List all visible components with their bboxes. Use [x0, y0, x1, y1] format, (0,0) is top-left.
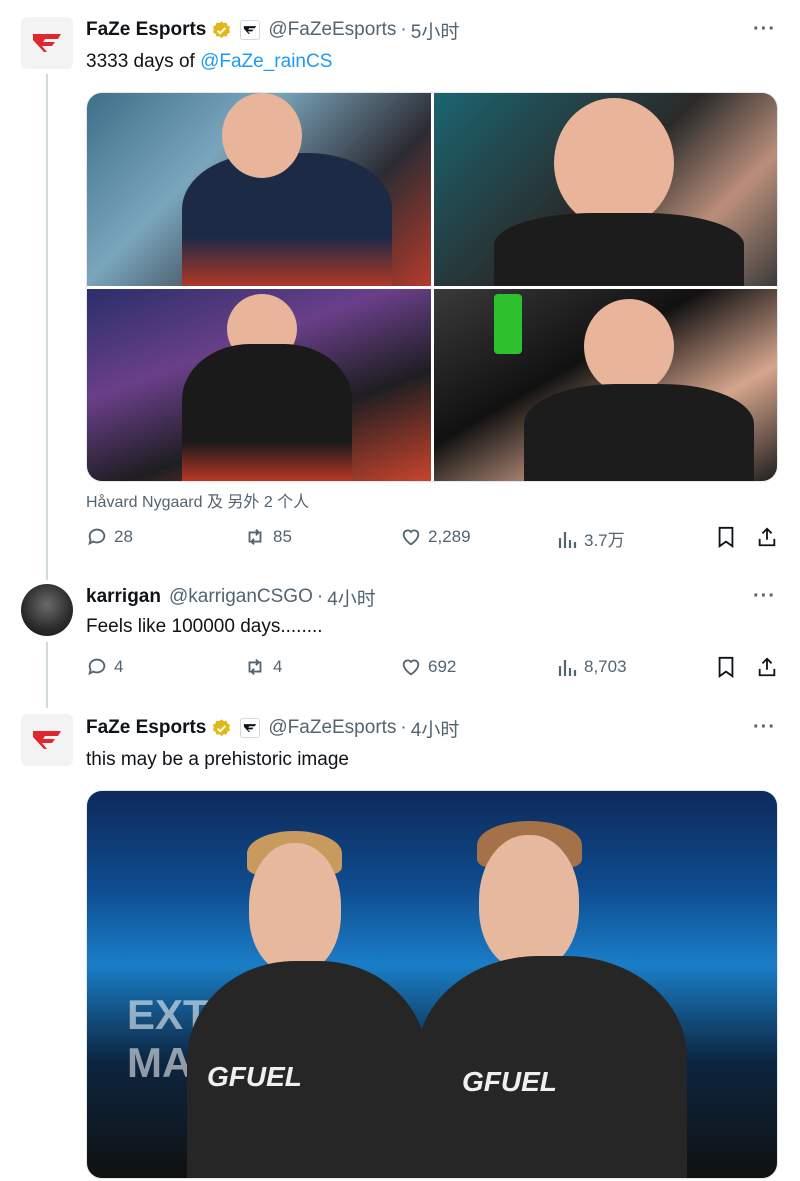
- media-photo-1[interactable]: [87, 93, 431, 286]
- media-photo[interactable]: EXTR MAS GFUEL GFUEL: [86, 790, 778, 1179]
- display-name[interactable]: FaZe Esports: [86, 717, 206, 739]
- display-name[interactable]: FaZe Esports: [86, 19, 206, 41]
- like-button[interactable]: 2,289: [400, 526, 471, 548]
- media-photo-2[interactable]: [433, 93, 777, 286]
- more-icon[interactable]: ···: [753, 18, 776, 41]
- separator-dot: ·: [316, 586, 324, 607]
- media-photo-4[interactable]: [433, 288, 777, 481]
- player-left: GFUEL: [187, 831, 427, 1178]
- tweet-header: FaZe Esports @FaZeEsports · 5小时: [86, 17, 459, 43]
- media-photo-3[interactable]: [87, 288, 431, 481]
- verified-badge-icon: [211, 20, 232, 41]
- separator-dot: ·: [400, 19, 407, 40]
- thread-line-1: [46, 74, 48, 580]
- tweet-header: FaZe Esports @FaZeEsports · 4小时: [86, 715, 459, 741]
- more-icon[interactable]: ···: [753, 716, 776, 739]
- retweet-button[interactable]: 4: [243, 656, 282, 678]
- avatar[interactable]: [21, 714, 73, 766]
- retweet-button[interactable]: 85: [243, 526, 292, 548]
- timestamp[interactable]: 4小时: [327, 584, 376, 611]
- like-button[interactable]: 692: [400, 656, 456, 678]
- bookmark-icon[interactable]: [716, 526, 742, 548]
- bookmark-icon[interactable]: [716, 656, 742, 678]
- separator-dot: ·: [400, 717, 407, 738]
- thread-line-2: [46, 642, 48, 708]
- display-name[interactable]: karrigan: [86, 586, 161, 608]
- action-bar: 28 85 2,289 3.7万: [86, 526, 780, 556]
- views-count: 8,703: [584, 657, 627, 676]
- reply-button[interactable]: 28: [86, 526, 133, 548]
- tagged-users[interactable]: Håvard Nygaard 及 另外 2 个人: [86, 488, 309, 512]
- like-icon: [402, 529, 420, 546]
- handle[interactable]: @FaZeEsports: [268, 19, 396, 41]
- timestamp[interactable]: 5小时: [411, 17, 460, 44]
- timestamp[interactable]: 4小时: [411, 715, 460, 742]
- like-count: 692: [428, 657, 457, 676]
- faze-logo-icon: [33, 34, 61, 52]
- views-count: 3.7万: [584, 531, 625, 550]
- avatar[interactable]: [21, 17, 73, 69]
- handle[interactable]: @karriganCSGO: [169, 586, 313, 608]
- tweet-text-body: 3333 days of: [86, 51, 201, 72]
- retweet-count: 85: [273, 527, 292, 546]
- affiliate-icon[interactable]: [240, 20, 261, 40]
- reply-icon: [88, 528, 106, 546]
- mention-link[interactable]: @FaZe_rainCS: [200, 51, 332, 72]
- share-icon[interactable]: [756, 656, 784, 678]
- share-icon[interactable]: [756, 526, 784, 548]
- action-bar: 4 4 692 8,703: [86, 656, 780, 686]
- retweet-count: 4: [273, 657, 283, 676]
- shirt-text: GFUEL: [207, 1061, 302, 1092]
- tagged-text: Håvard Nygaard 及 另外 2 个人: [86, 494, 310, 511]
- affiliate-icon[interactable]: [240, 718, 261, 738]
- player-right: GFUEL: [417, 821, 687, 1178]
- reply-button[interactable]: 4: [86, 656, 123, 678]
- avatar[interactable]: [21, 584, 73, 636]
- views-button[interactable]: 8,703: [558, 656, 627, 678]
- shirt-text: GFUEL: [462, 1066, 557, 1097]
- views-icon: [558, 531, 577, 548]
- tweet-text: 3333 days of @FaZe_rainCS: [86, 51, 332, 73]
- reply-icon: [88, 658, 106, 676]
- retweet-icon: [248, 659, 262, 675]
- reply-count: 4: [114, 657, 124, 676]
- tweet-text: Feels like 100000 days........: [86, 616, 323, 637]
- like-icon: [402, 659, 420, 676]
- verified-badge-icon: [211, 718, 232, 739]
- retweet-icon: [248, 529, 262, 545]
- views-button[interactable]: 3.7万: [558, 526, 625, 551]
- handle[interactable]: @FaZeEsports: [268, 717, 396, 739]
- faze-logo-icon: [33, 731, 61, 749]
- like-count: 2,289: [428, 527, 471, 546]
- reply-count: 28: [114, 527, 133, 546]
- tweet-header: karrigan @karriganCSGO · 4小时: [86, 584, 376, 610]
- more-icon[interactable]: ···: [753, 585, 776, 608]
- tweet-text: this may be a prehistoric image: [86, 749, 349, 770]
- views-icon: [558, 660, 577, 676]
- media-grid: [86, 92, 778, 482]
